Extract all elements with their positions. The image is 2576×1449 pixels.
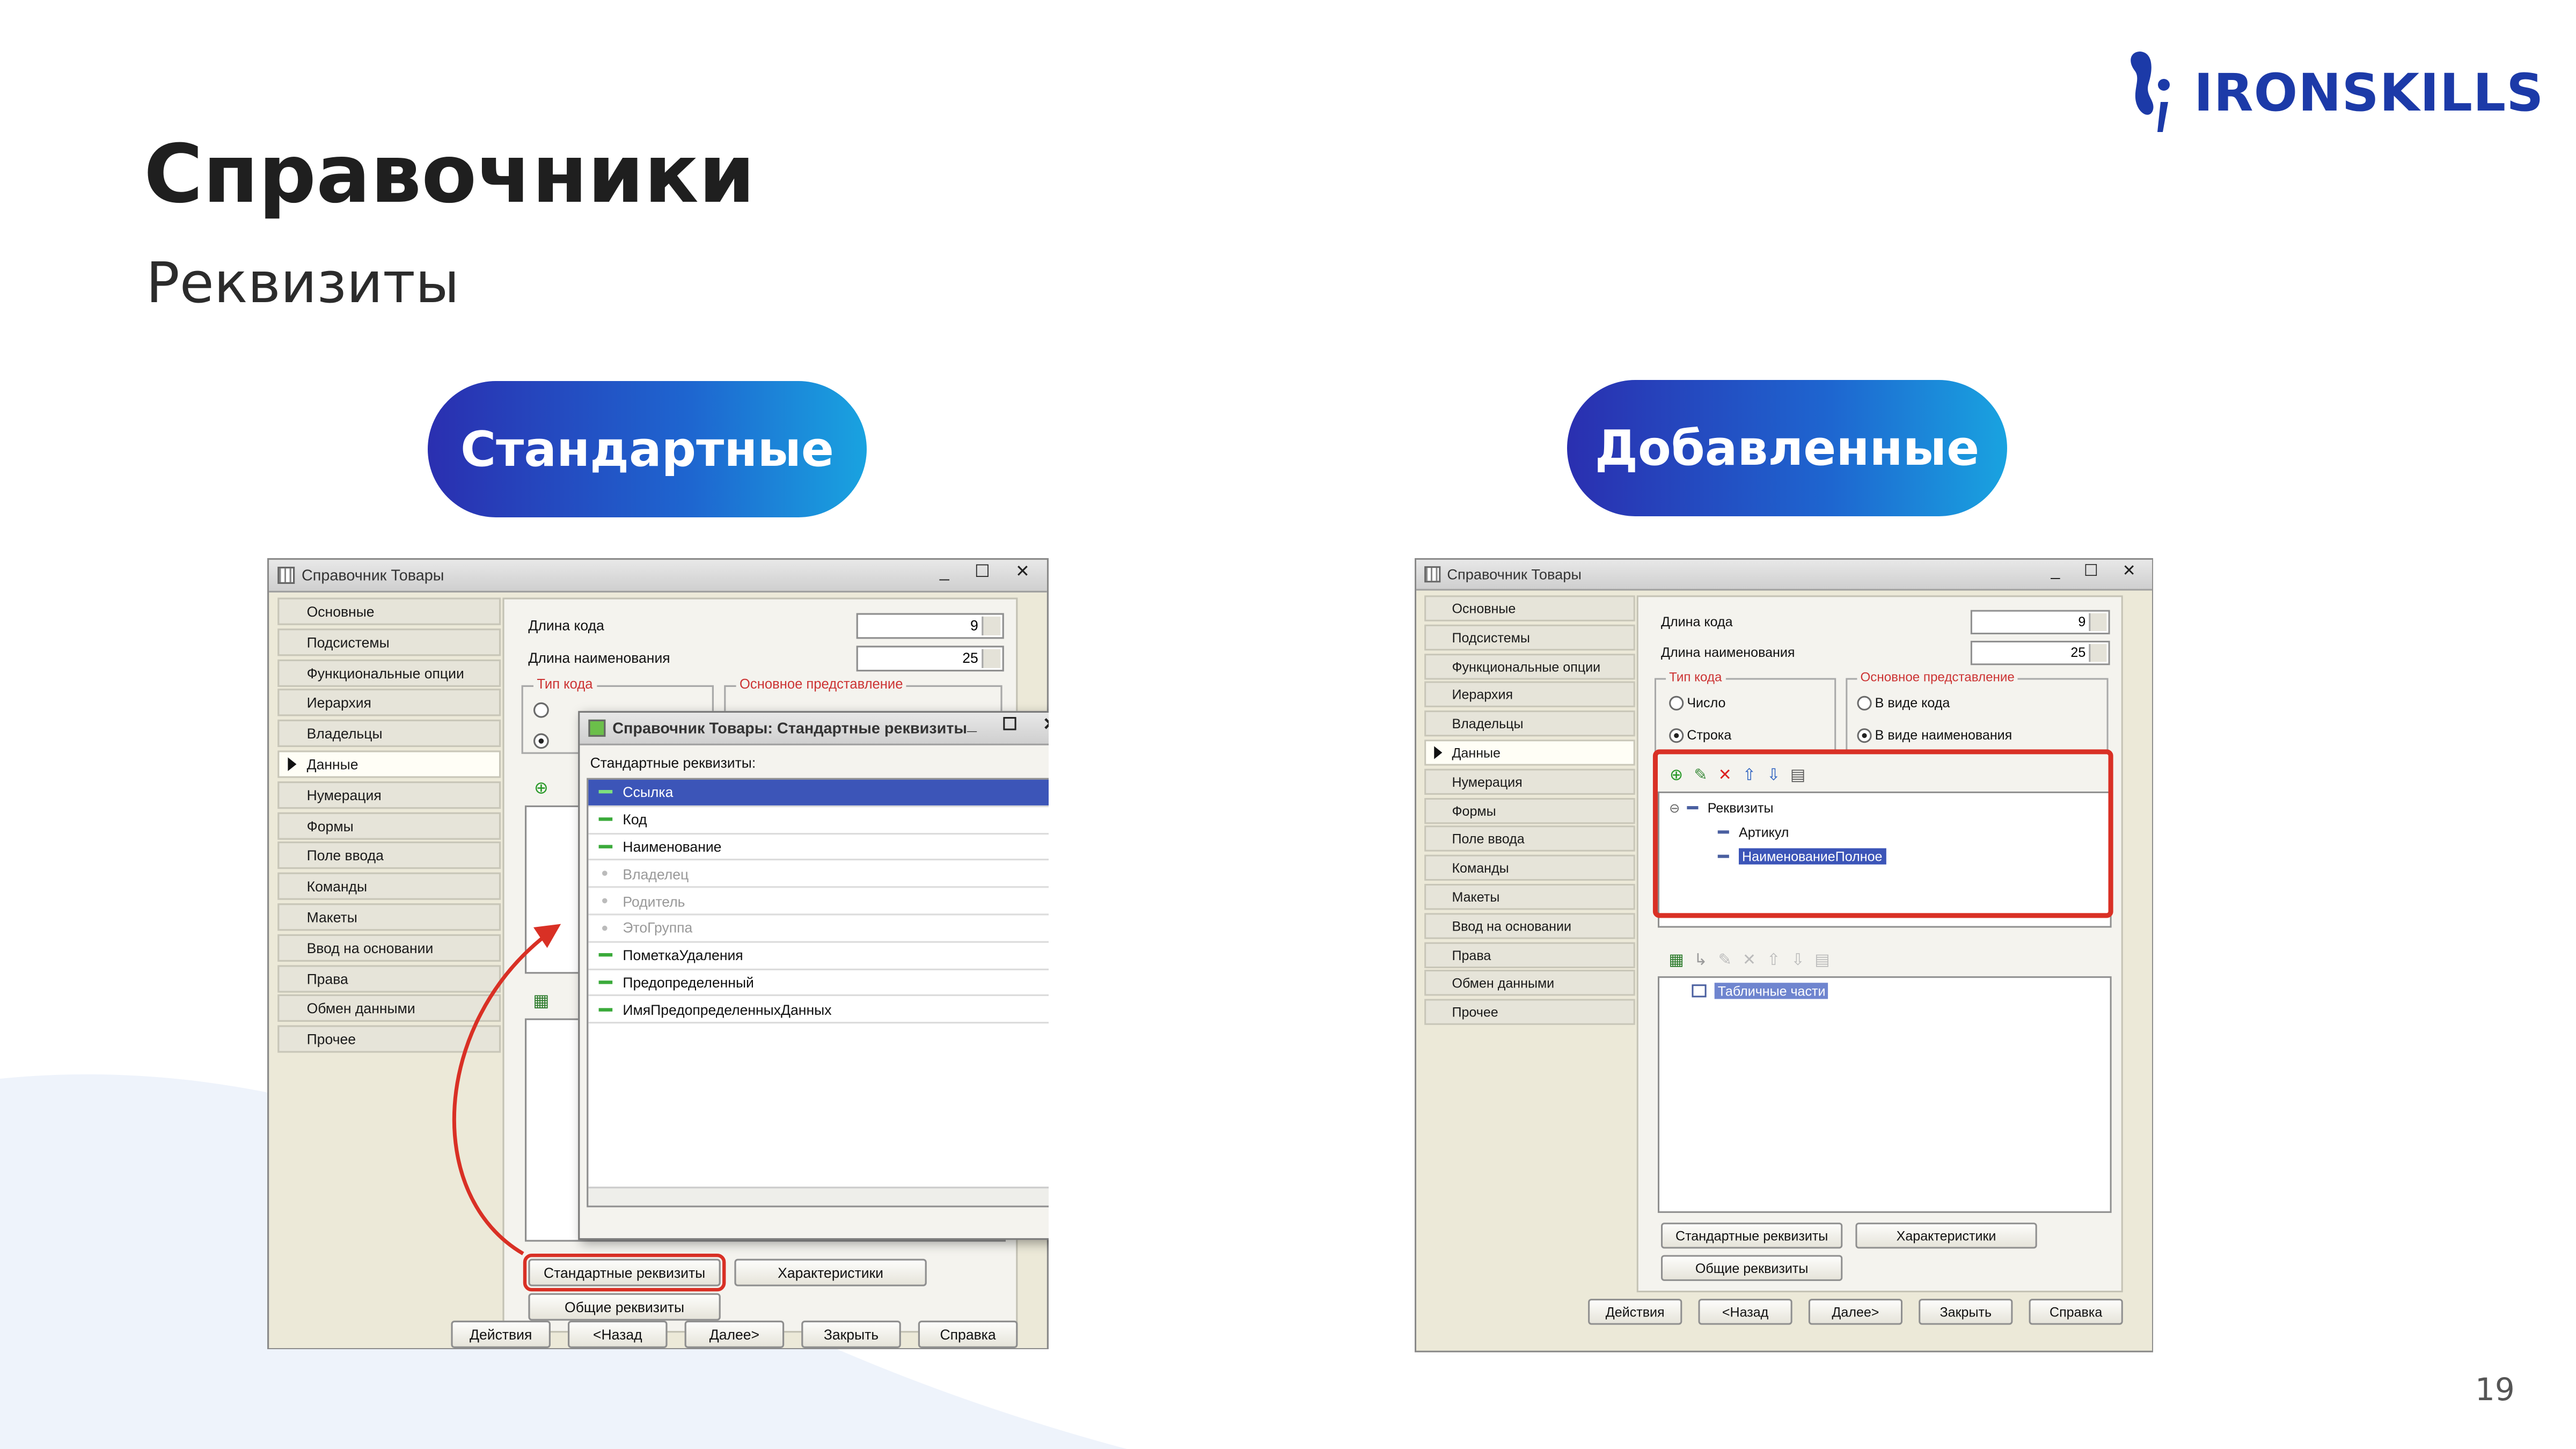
nav-item-func-options[interactable]: Функциональные опции	[1424, 653, 1635, 679]
logo-mark-icon	[2131, 52, 2170, 132]
nav-item-layouts[interactable]: Макеты	[1424, 883, 1635, 910]
window-titlebar: Справочник Товары _ ☐ ✕	[1416, 560, 2153, 591]
data-panel: Длина кода 9 Длина наименования 25 Тип к…	[1636, 595, 2123, 1293]
tabular-parts-tree[interactable]: Табличные части	[1658, 976, 2112, 1213]
nav-item-numbering[interactable]: Нумерация	[1424, 768, 1635, 795]
main-repr-group-title: Основное представление	[1857, 670, 2018, 685]
logo-text: IRONSKILLS	[2194, 63, 2544, 123]
nav-item-input-based[interactable]: Ввод на основании	[1424, 912, 1635, 939]
nav-item-owners[interactable]: Владельцы	[1424, 711, 1635, 737]
code-type-group-title: Тип кода	[1666, 670, 1725, 685]
nav-item-podsistemy[interactable]: Подсистемы	[1424, 624, 1635, 650]
nav-item-input-field[interactable]: Поле ввода	[1424, 826, 1635, 852]
move-up-disabled-icon: ⇧	[1767, 951, 1781, 969]
ironskills-logo: IRONSKILLS	[2125, 47, 2544, 138]
catalog-window: Справочник Товары _ ☐ ✕ Основные Подсист…	[1415, 558, 2153, 1352]
add-table-icon[interactable]: ▦	[1667, 951, 1685, 969]
page-subtitle: Реквизиты	[146, 250, 459, 316]
screenshot-standard: Справочник Товары _ ☐ ✕ Основные Подсист…	[267, 558, 1049, 1349]
actions-button[interactable]: Действия	[1588, 1299, 1682, 1325]
repr-name-radio[interactable]: В виде наименования	[1857, 727, 2012, 743]
code-type-group: Тип кода Число Строка	[1654, 670, 1836, 753]
delete-disabled-icon: ✕	[1742, 951, 1757, 969]
code-length-input[interactable]: 9	[1970, 610, 2110, 634]
standard-attributes-button[interactable]: Стандартные реквизиты	[1661, 1223, 1843, 1249]
nav-item-commands[interactable]: Команды	[1424, 855, 1635, 881]
nav-item-data[interactable]: Данные	[1424, 740, 1635, 766]
catalog-window: Справочник Товары _ ☐ ✕ Основные Подсист…	[267, 558, 1049, 1349]
move-down-disabled-icon: ⇩	[1791, 951, 1805, 969]
next-button[interactable]: Далее>	[1808, 1299, 1903, 1325]
name-length-label: Длина наименования	[1661, 644, 1795, 661]
add-column-icon[interactable]: ↳	[1692, 951, 1709, 969]
name-length-input[interactable]: 25	[1970, 641, 2110, 665]
tabular-toolbar: ▦ ↳ ✎ ✕ ⇧ ⇩ ▤	[1667, 947, 1831, 973]
code-type-number-radio[interactable]: Число	[1669, 694, 1725, 711]
nav-item-hierarchy[interactable]: Иерархия	[1424, 682, 1635, 708]
help-button[interactable]: Справка	[2029, 1299, 2123, 1325]
left-nav: Основные Подсистемы Функциональные опции…	[1424, 595, 1635, 1028]
added-pill: Добавленные	[1567, 380, 2007, 516]
characteristics-button[interactable]: Характеристики	[1855, 1223, 2037, 1249]
common-attributes-button[interactable]: Общие реквизиты	[1661, 1255, 1843, 1281]
catalog-icon	[1424, 566, 1441, 583]
tabular-parts-root[interactable]: Табличные части	[1692, 983, 1829, 999]
window-controls[interactable]: _ ☐ ✕	[2051, 563, 2146, 581]
screenshot-added: Справочник Товары _ ☐ ✕ Основные Подсист…	[1415, 558, 2153, 1352]
code-length-label: Длина кода	[1661, 613, 1733, 630]
page-number: 19	[2475, 1371, 2515, 1408]
nav-item-data-exchange[interactable]: Обмен данными	[1424, 970, 1635, 997]
repr-code-radio[interactable]: В виде кода	[1857, 694, 1950, 711]
sort-disabled-icon: ▤	[1814, 951, 1830, 969]
window-title: Справочник Товары	[1447, 566, 1582, 583]
main-repr-group: Основное представление В виде кода В вид…	[1846, 670, 2109, 753]
back-button[interactable]: <Назад	[1698, 1299, 1792, 1325]
bottom-buttons: Действия <Назад Далее> Закрыть Справка	[1588, 1299, 2123, 1325]
nav-item-other[interactable]: Прочее	[1424, 999, 1635, 1026]
added-attributes-highlight	[1652, 749, 2113, 918]
standard-pill: Стандартные	[428, 381, 867, 517]
table-icon	[1692, 984, 1707, 998]
nav-item-forms[interactable]: Формы	[1424, 797, 1635, 824]
nav-item-rights[interactable]: Права	[1424, 941, 1635, 968]
close-button[interactable]: Закрыть	[1919, 1299, 2013, 1325]
code-type-string-radio[interactable]: Строка	[1669, 727, 1731, 743]
arrow-icon	[452, 924, 561, 1256]
edit-disabled-icon: ✎	[1718, 951, 1732, 969]
page-title: Справочники	[144, 128, 755, 221]
nav-item-osnovnye[interactable]: Основные	[1424, 595, 1635, 621]
